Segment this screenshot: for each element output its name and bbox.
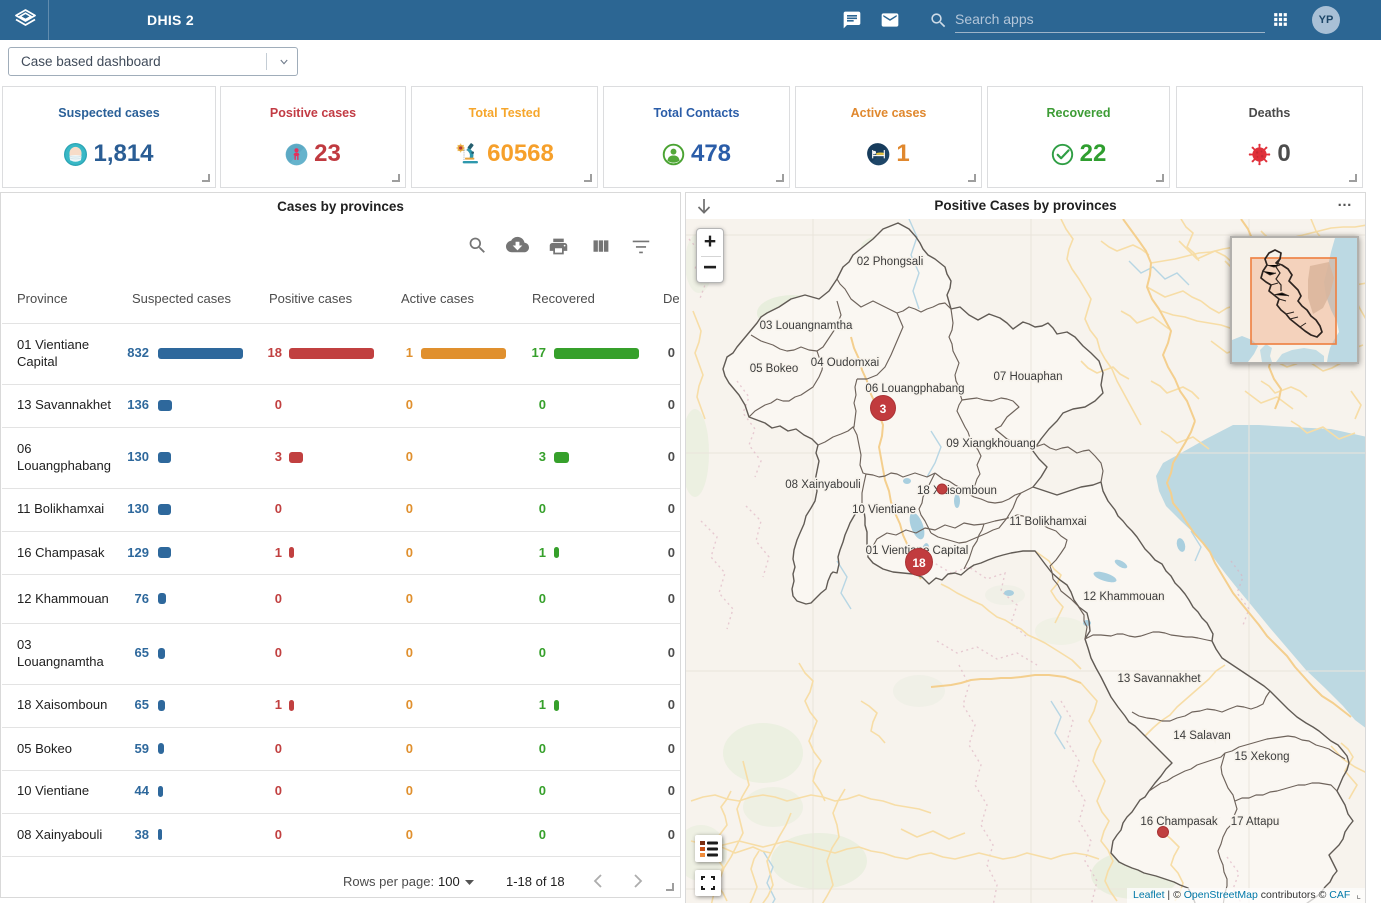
svg-text:14 Salavan: 14 Salavan (1173, 730, 1231, 742)
svg-text:11 Bolikhamxai: 11 Bolikhamxai (1009, 516, 1086, 528)
svg-text:15 Xekong: 15 Xekong (1235, 751, 1290, 763)
svg-text:18: 18 (912, 556, 926, 570)
svg-text:18 Xaisomboun: 18 Xaisomboun (917, 485, 997, 497)
svg-text:06 Louangphabang: 06 Louangphabang (865, 383, 964, 395)
svg-text:09 Xiangkhouang: 09 Xiangkhouang (946, 438, 1036, 450)
svg-text:16 Champasak: 16 Champasak (1140, 816, 1218, 828)
svg-text:12 Khammouan: 12 Khammouan (1083, 591, 1164, 603)
svg-text:03 Louangnamtha: 03 Louangnamtha (760, 320, 853, 332)
svg-text:3: 3 (880, 402, 887, 416)
svg-text:02 Phongsali: 02 Phongsali (857, 256, 924, 268)
svg-text:17 Attapu: 17 Attapu (1231, 816, 1280, 828)
svg-text:13 Savannakhet: 13 Savannakhet (1117, 673, 1201, 685)
svg-text:08 Xainyabouli: 08 Xainyabouli (785, 479, 860, 491)
svg-text:04 Oudomxai: 04 Oudomxai (811, 357, 879, 369)
svg-text:07 Houaphan: 07 Houaphan (993, 371, 1062, 383)
svg-text:10 Vientiane: 10 Vientiane (852, 504, 916, 516)
svg-text:05 Bokeo: 05 Bokeo (750, 363, 799, 375)
